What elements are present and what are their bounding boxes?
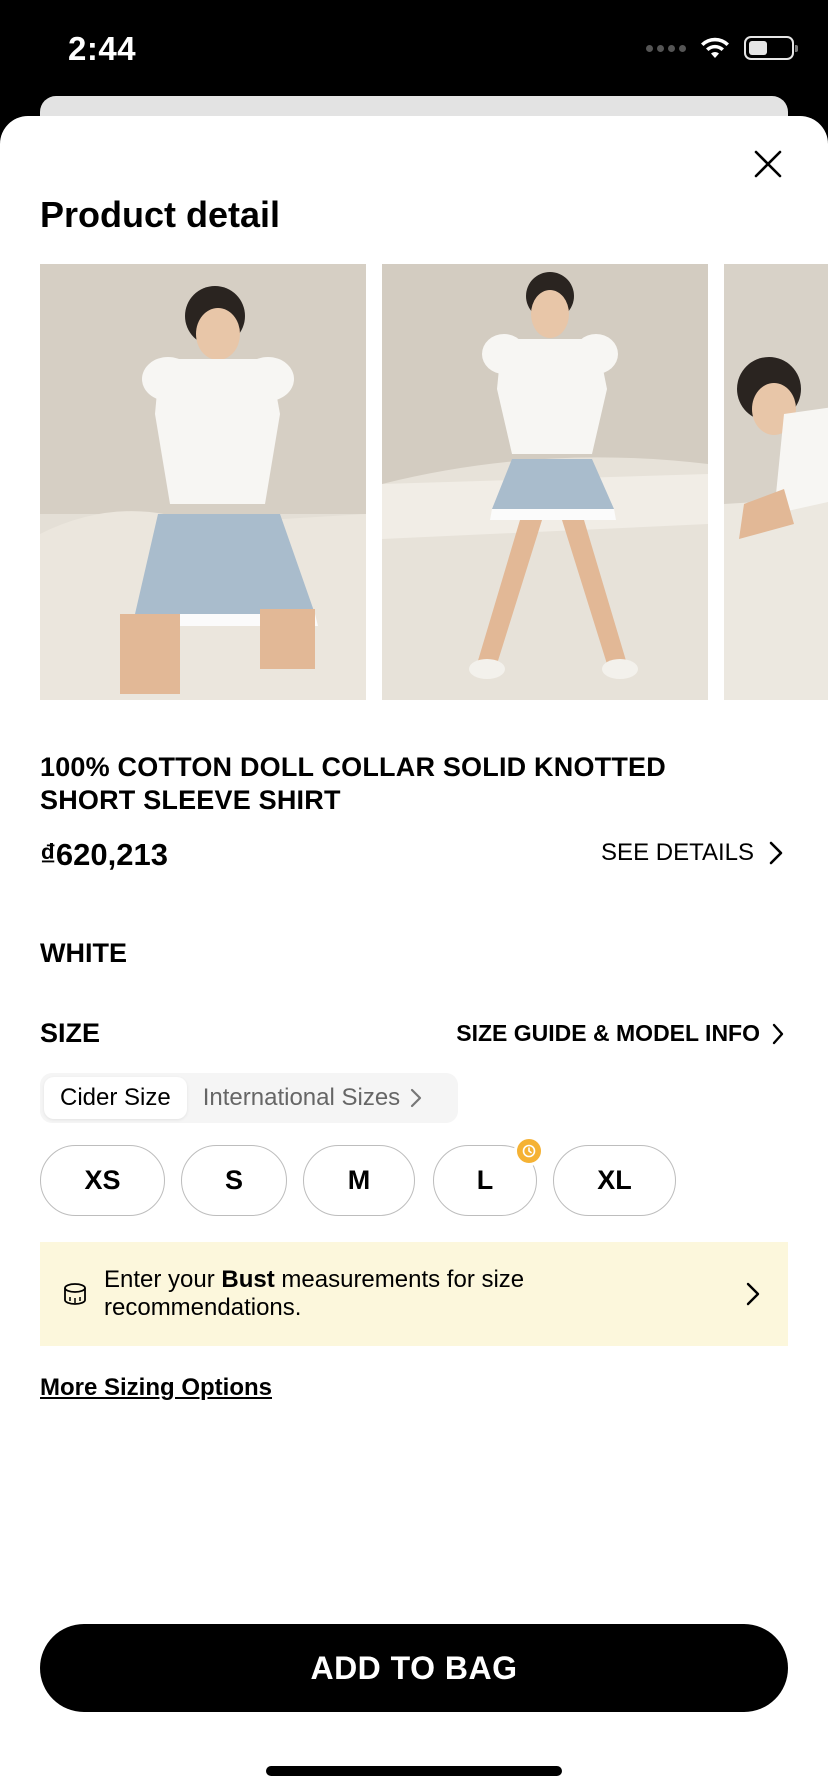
- size-system-cider[interactable]: Cider Size: [44, 1077, 187, 1119]
- product-detail-sheet: Product detail 100% COTTON DOLL COLLAR S…: [0, 116, 828, 1792]
- reco-bold: Bust: [221, 1266, 275, 1293]
- status-time: 2:44: [68, 30, 137, 67]
- clock-icon: [522, 1144, 536, 1158]
- size-guide-link[interactable]: SIZE GUIDE & MODEL INFO: [456, 1020, 784, 1047]
- signal-icon: [646, 44, 686, 52]
- size-recommendation-banner[interactable]: Enter your Bust measurements for size re…: [40, 1242, 788, 1346]
- product-photo[interactable]: [40, 264, 366, 700]
- product-price: ₫620,213: [40, 837, 168, 872]
- size-guide-label: SIZE GUIDE & MODEL INFO: [456, 1020, 760, 1046]
- chevron-right-icon: [746, 1282, 760, 1306]
- chevron-right-icon: [772, 1023, 784, 1044]
- size-system-international-label: International Sizes: [202, 1084, 401, 1111]
- product-gallery[interactable]: [40, 264, 828, 700]
- close-button[interactable]: [748, 144, 788, 184]
- add-to-bag-button[interactable]: ADD TO BAG: [40, 1624, 788, 1712]
- product-photo[interactable]: [724, 264, 828, 700]
- chevron-right-icon: [769, 841, 783, 865]
- battery-icon: [744, 36, 798, 60]
- home-indicator: [266, 1766, 562, 1776]
- sheet-title: Product detail: [40, 194, 281, 235]
- size-option-s[interactable]: S: [181, 1145, 287, 1216]
- size-system-international[interactable]: International Sizes: [187, 1077, 438, 1119]
- size-recommendation-text: Enter your Bust measurements for size re…: [104, 1266, 664, 1322]
- size-option-label: XL: [597, 1165, 632, 1195]
- status-bar: 2:44: [0, 0, 828, 100]
- low-stock-badge: [514, 1136, 544, 1166]
- size-option-label: M: [347, 1165, 371, 1195]
- size-option-xl[interactable]: XL: [553, 1145, 676, 1216]
- more-sizing-options-link[interactable]: More Sizing Options: [40, 1374, 272, 1402]
- reco-prefix: Enter your: [104, 1266, 222, 1293]
- close-icon: [754, 150, 782, 178]
- measuring-tape-icon: [64, 1283, 86, 1305]
- size-label: SIZE: [40, 1018, 101, 1048]
- size-option-xs[interactable]: XS: [40, 1145, 165, 1216]
- size-option-label: L: [476, 1165, 494, 1195]
- see-details-link[interactable]: SEE DETAILS: [601, 839, 784, 867]
- size-system-toggle: Cider Size International Sizes: [40, 1073, 458, 1123]
- see-details-label: SEE DETAILS: [601, 839, 754, 866]
- wifi-icon: [701, 37, 729, 58]
- chevron-right-icon: [411, 1088, 422, 1108]
- size-option-m[interactable]: M: [303, 1145, 415, 1216]
- product-photo[interactable]: [382, 264, 708, 700]
- size-option-l[interactable]: L: [433, 1136, 544, 1216]
- size-option-label: XS: [84, 1165, 121, 1195]
- size-option-label: S: [224, 1165, 243, 1195]
- selected-color: WHITE: [40, 938, 127, 968]
- product-name: 100% COTTON DOLL COLLAR SOLID KNOTTED SH…: [40, 752, 666, 815]
- status-icons: [646, 36, 798, 60]
